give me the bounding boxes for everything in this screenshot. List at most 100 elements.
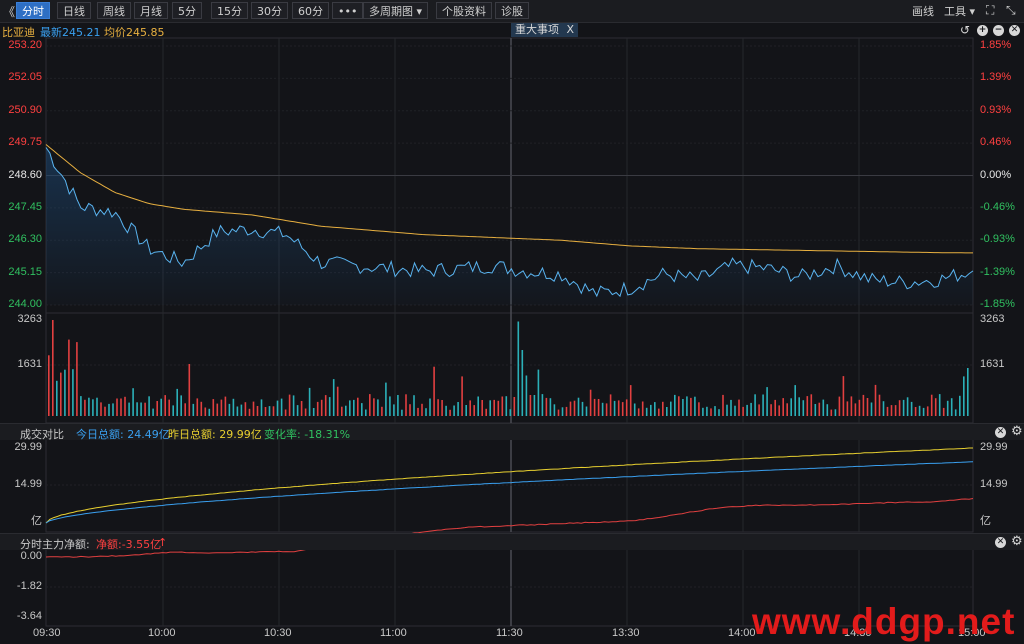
volume-bar — [629, 385, 632, 416]
volume-bar — [144, 402, 146, 416]
watermark: www.ddgp.net — [752, 601, 1016, 642]
volume-bar — [521, 350, 524, 416]
volume-bar — [124, 396, 126, 416]
price-label-right-8: -1.85% — [980, 298, 1015, 310]
time-label-1: 10:00 — [148, 627, 176, 639]
volume-bar — [128, 402, 130, 416]
volume-bar — [734, 405, 736, 416]
volume-bar — [706, 406, 708, 416]
volume-bar — [136, 402, 138, 416]
volume-label-left-0: 3263 — [17, 313, 42, 325]
flow-panel-close-icon[interactable]: ✕ — [995, 537, 1006, 548]
volume-bar — [481, 400, 483, 416]
volume-bar — [537, 369, 540, 416]
volume-bar — [304, 408, 307, 416]
volume-bar — [806, 396, 809, 416]
volume-bar — [710, 408, 712, 416]
volume-bar — [296, 405, 299, 416]
volume-bar — [666, 407, 668, 416]
net-flow-arrow-icon: ↑ — [158, 536, 168, 549]
volume-bar — [188, 364, 191, 416]
volume-bar — [625, 399, 628, 416]
flow-panel-gear-icon[interactable]: ⚙ — [1011, 535, 1023, 548]
volume-bar — [264, 407, 267, 416]
volume-bar — [288, 394, 291, 416]
volume-bar — [409, 404, 411, 416]
volume-bar — [517, 321, 520, 416]
volume-bar — [80, 396, 82, 416]
volume-bar — [866, 398, 869, 416]
volume-bar — [963, 376, 965, 416]
volume-bar — [834, 409, 837, 416]
volume-bar — [533, 395, 536, 416]
volume-bar — [509, 409, 512, 416]
volume-bar — [252, 401, 255, 416]
volume-bar — [132, 388, 134, 416]
volume-label-right-1: 1631 — [980, 358, 1005, 370]
yesterday-amount: 昨日总额: 29.99亿 — [168, 428, 262, 441]
time-label-3: 11:00 — [380, 627, 407, 639]
volume-bar — [565, 406, 568, 416]
price-label-left-1: 252.05 — [8, 71, 42, 84]
amount-frame — [45, 438, 974, 533]
volume-bar — [369, 394, 371, 416]
volume-bar — [184, 403, 186, 416]
volume-bar — [48, 355, 50, 416]
volume-bar — [694, 396, 696, 416]
volume-bar — [830, 409, 833, 416]
volume-bar — [192, 403, 195, 416]
volume-bar — [942, 407, 945, 416]
volume-bar — [92, 399, 94, 416]
volume-bar — [914, 407, 917, 416]
volume-bar — [405, 394, 407, 416]
volume-bar — [328, 397, 331, 416]
volume-bar — [421, 403, 423, 416]
volume-bar — [874, 384, 877, 416]
volume-bar — [581, 401, 584, 416]
volume-bar — [397, 395, 399, 416]
volume-bar — [890, 405, 893, 416]
volume-bar — [674, 394, 676, 416]
amount-panel-gear-icon[interactable]: ⚙ — [1011, 425, 1023, 438]
volume-bar — [910, 401, 913, 416]
volume-bar — [814, 404, 817, 416]
volume-bar — [686, 396, 688, 416]
time-label-4: 11:30 — [496, 627, 523, 639]
volume-bar — [168, 399, 170, 416]
amount-label-left-0: 29.99 — [14, 441, 42, 453]
volume-bar — [746, 404, 748, 416]
volume-bar — [645, 407, 648, 416]
amount-panel-header: 成交对比 今日总额: 24.49亿 昨日总额: 29.99亿 变化率: -18.… — [0, 423, 1024, 441]
volume-bar — [842, 376, 845, 416]
price-area-fill — [46, 147, 973, 305]
volume-bar — [461, 376, 463, 416]
volume-bar — [561, 407, 564, 416]
volume-bar — [886, 406, 889, 416]
amount-panel-close-icon[interactable]: ✕ — [995, 427, 1006, 438]
volume-bar — [774, 399, 776, 416]
volume-bar — [770, 404, 772, 416]
flow-label-left-0: 0.00 — [20, 550, 42, 562]
volume-bar — [429, 398, 431, 416]
volume-bar — [401, 409, 403, 416]
volume-bar — [617, 400, 620, 416]
price-label-left-2: 250.90 — [8, 103, 42, 116]
volume-bar — [212, 399, 215, 416]
volume-bar — [148, 396, 150, 416]
volume-bar — [557, 409, 560, 416]
volume-bar — [284, 409, 287, 416]
price-label-right-3: 0.46% — [980, 136, 1012, 149]
volume-bar — [967, 368, 969, 416]
volume-bar — [650, 404, 652, 416]
volume-bar — [926, 406, 929, 416]
volume-bar — [898, 400, 901, 416]
volume-bar — [268, 406, 271, 416]
volume-bar — [176, 388, 178, 416]
volume-bar — [930, 394, 933, 416]
volume-bar — [501, 396, 504, 416]
volume-bar — [485, 408, 487, 416]
volume-bar — [353, 399, 355, 416]
volume-bar — [529, 395, 532, 416]
volume-bar — [513, 397, 516, 416]
volume-bar — [312, 408, 315, 416]
